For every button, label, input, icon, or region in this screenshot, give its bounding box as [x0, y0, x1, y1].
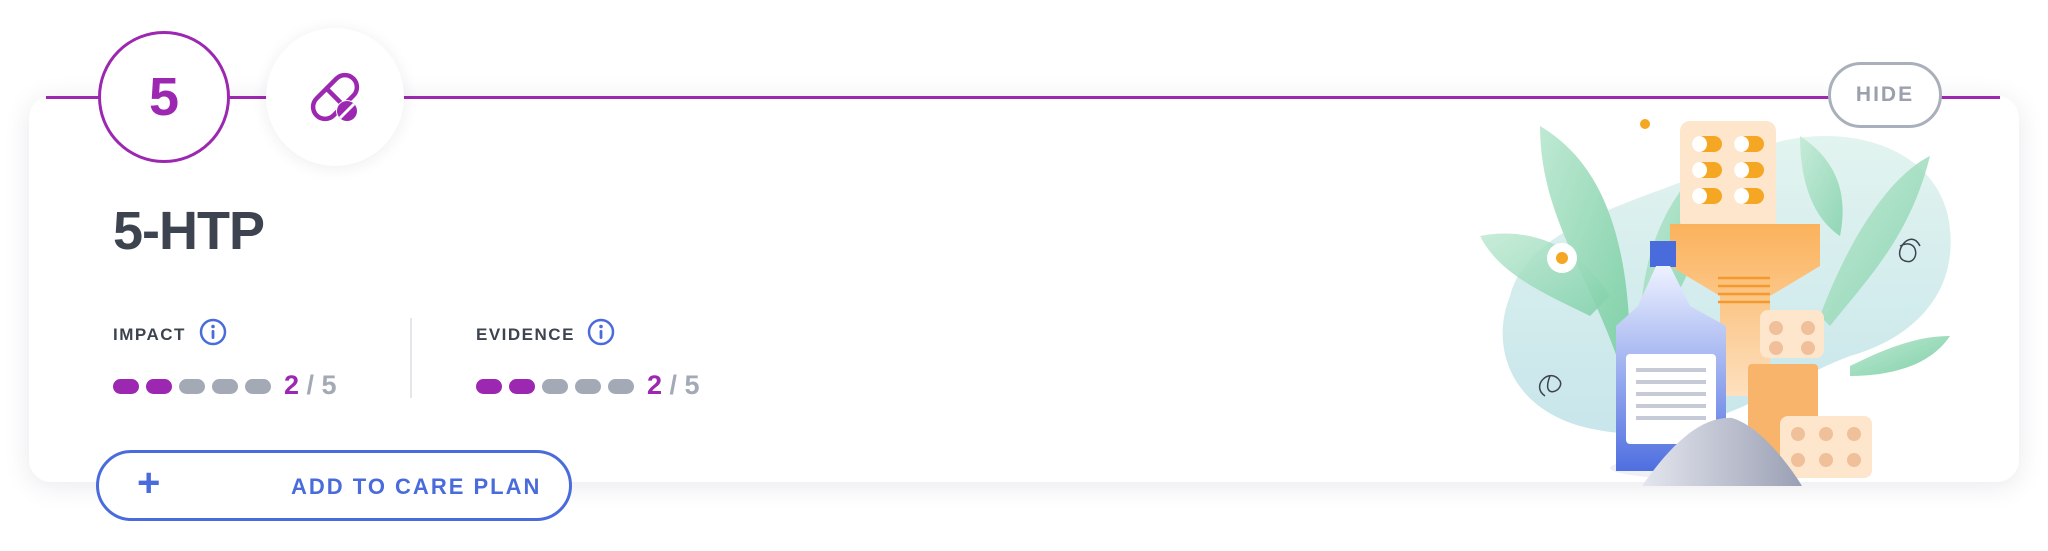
- evidence-rating-dot: [509, 379, 535, 394]
- impact-rating-dot: [146, 379, 172, 394]
- impact-info-icon[interactable]: [199, 318, 227, 346]
- metrics-divider: [410, 318, 412, 398]
- impact-rating: [113, 379, 271, 395]
- evidence-rating-dot: [476, 379, 502, 394]
- evidence-rating-dot: [575, 379, 601, 394]
- impact-rating-dot: [179, 379, 205, 394]
- supplements-illustration: [1470, 96, 1970, 491]
- evidence-score: 2 / 5: [647, 370, 700, 401]
- evidence-score-max: / 5: [669, 370, 700, 400]
- supplement-name: 5-HTP: [113, 201, 265, 261]
- impact-score: 2 / 5: [284, 370, 337, 401]
- add-to-care-plan-button[interactable]: + ADD TO CARE PLAN: [96, 450, 572, 521]
- evidence-rating-dot: [608, 379, 634, 394]
- evidence-rating: [476, 379, 634, 395]
- evidence-rating-dot: [542, 379, 568, 394]
- impact-rating-dot: [212, 379, 238, 394]
- impact-rating-dot: [113, 379, 139, 394]
- evidence-label: EVIDENCE: [476, 325, 575, 344]
- evidence-info-icon[interactable]: [587, 318, 615, 346]
- impact-rating-dot: [245, 379, 271, 394]
- rank-badge: 5: [98, 31, 230, 163]
- plus-icon: +: [137, 461, 161, 505]
- impact-score-max: / 5: [306, 370, 337, 400]
- pill-capsule-icon: [266, 28, 404, 166]
- impact-label: IMPACT: [113, 325, 186, 344]
- impact-score-value: 2: [284, 370, 300, 400]
- evidence-score-value: 2: [647, 370, 663, 400]
- add-to-care-plan-label: ADD TO CARE PLAN: [291, 474, 542, 499]
